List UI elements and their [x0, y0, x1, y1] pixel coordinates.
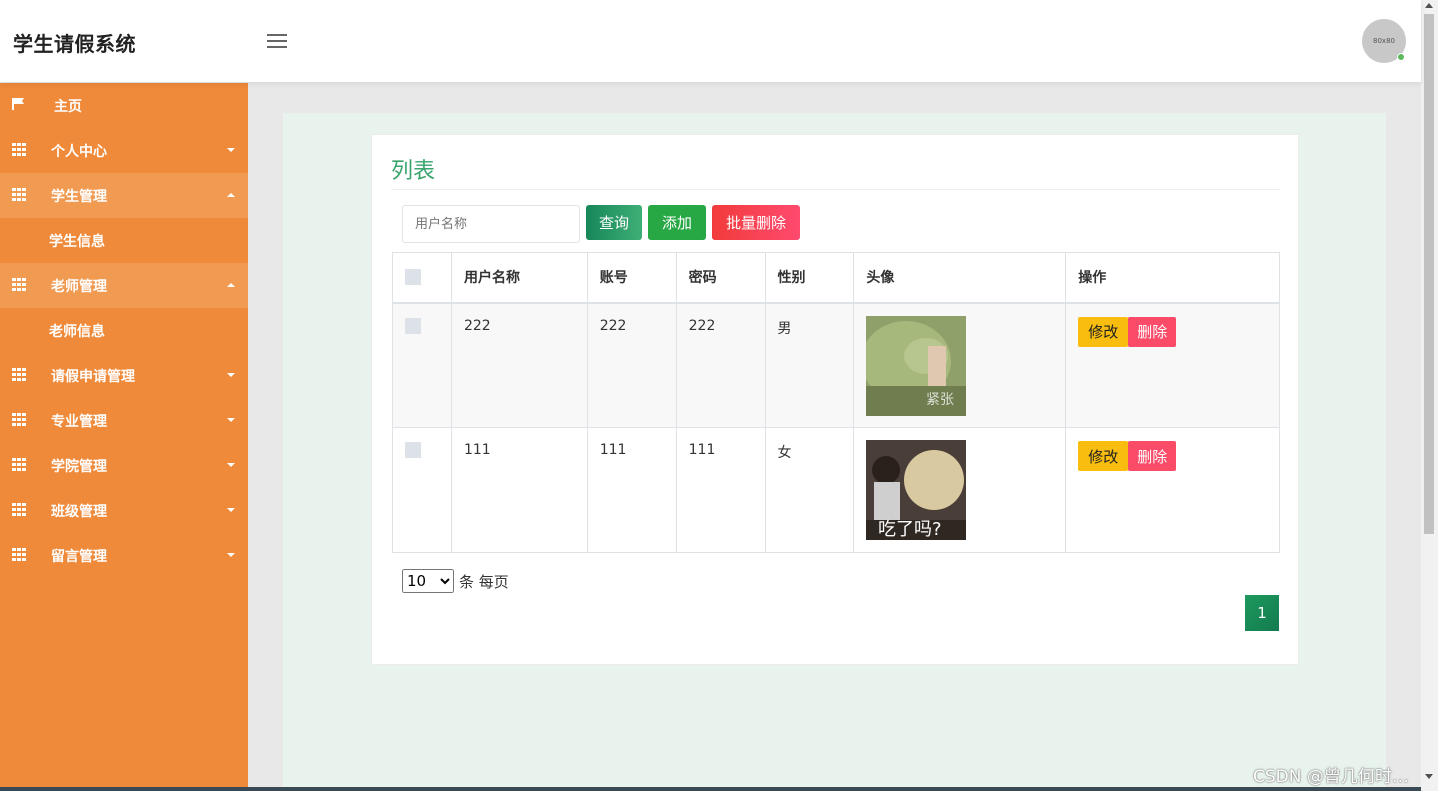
top-header: 学生请假系统 80x80 [0, 0, 1421, 82]
delete-button[interactable]: 删除 [1128, 316, 1177, 347]
gender-cell: 女 [764, 427, 855, 553]
sidebar-item-student-management[interactable]: 学生管理 [0, 173, 248, 218]
sidebar-subitem-teacher-info[interactable]: 老师信息 [0, 308, 248, 353]
sidebar-item-label: 请假申请管理 [51, 368, 135, 385]
row-select-cell [392, 427, 452, 553]
pagination-page-button[interactable]: 1 [1245, 595, 1279, 631]
avatar-image[interactable]: 紧张 [866, 315, 967, 416]
caret-up-icon [227, 193, 235, 197]
scroll-down-arrow-icon[interactable] [1425, 774, 1433, 779]
caret-down-icon [227, 553, 235, 557]
app-title: 学生请假系统 [13, 32, 136, 56]
delete-button[interactable]: 删除 [1128, 441, 1177, 471]
sidebar-item-college-management[interactable]: 学院管理 [0, 443, 248, 488]
username-cell: 222 [450, 302, 588, 428]
avatar-placeholder-text: 80x80 [1373, 37, 1395, 45]
password-cell: 222 [675, 302, 766, 428]
sidebar-item-message-management[interactable]: 留言管理 [0, 533, 248, 578]
caret-up-icon [227, 283, 235, 287]
gender-cell: 男 [764, 302, 855, 428]
grid-icon [12, 368, 26, 382]
grid-icon [12, 188, 26, 202]
grid-icon [12, 143, 26, 157]
scrollbar-thumb[interactable] [1424, 14, 1434, 534]
sidebar-item-major-management[interactable]: 专业管理 [0, 398, 248, 443]
sidebar-item-leave-requests[interactable]: 请假申请管理 [0, 353, 248, 398]
avatar-caption: 紧张 [926, 392, 954, 408]
sidebar-item-label: 学生管理 [51, 188, 107, 205]
title-divider [391, 189, 1280, 190]
search-input[interactable] [402, 205, 580, 243]
user-table: 用户名称 账号 密码 性别 头像 操作 222 222 222 男 紧张 修改 … [392, 252, 1280, 553]
scroll-up-arrow-icon[interactable] [1425, 3, 1433, 8]
table-header-row: 用户名称 账号 密码 性别 头像 操作 [392, 252, 1280, 304]
column-header[interactable]: 性别 [764, 252, 855, 304]
caret-down-icon [227, 418, 235, 422]
avatar-cell: 紧张 [853, 302, 1067, 428]
caret-down-icon [227, 373, 235, 377]
edit-button[interactable]: 修改 [1078, 441, 1129, 471]
sidebar-item-label: 个人中心 [51, 143, 107, 160]
actions-cell: 修改 删除 [1065, 427, 1280, 553]
menu-toggle-icon[interactable] [267, 34, 287, 48]
watermark-text: CSDN @曾几何时… [1253, 767, 1409, 787]
password-cell: 111 [675, 427, 766, 553]
row-select-cell [392, 302, 452, 428]
sidebar-item-home[interactable]: 主页 [0, 83, 248, 128]
page-size-select[interactable]: 10 [402, 569, 454, 593]
caret-down-icon [227, 463, 235, 467]
add-button[interactable]: 添加 [648, 205, 706, 240]
avatar-caption: 吃了吗? [878, 519, 942, 540]
table-row: 222 222 222 男 紧张 修改 删除 [392, 302, 1280, 428]
sidebar-item-label: 留言管理 [51, 548, 107, 565]
sidebar-subitem-student-info[interactable]: 学生信息 [0, 218, 248, 263]
sidebar-item-label: 专业管理 [51, 413, 107, 430]
avatar-cell: 吃了吗? [853, 427, 1067, 553]
account-cell: 222 [586, 302, 677, 428]
caret-down-icon [227, 508, 235, 512]
online-status-dot [1397, 53, 1405, 61]
account-cell: 111 [586, 427, 677, 553]
table-row: 111 111 111 女 吃了吗? 修改 删除 [392, 427, 1280, 553]
actions-cell: 修改 删除 [1065, 302, 1280, 428]
grid-icon [12, 458, 26, 472]
avatar-image[interactable]: 吃了吗? [866, 440, 967, 540]
sidebar-item-teacher-management[interactable]: 老师管理 [0, 263, 248, 308]
edit-button[interactable]: 修改 [1078, 316, 1129, 347]
grid-icon [12, 278, 26, 292]
sidebar-item-class-management[interactable]: 班级管理 [0, 488, 248, 533]
sidebar-item-label: 主页 [54, 98, 82, 115]
select-all-cell [392, 252, 452, 304]
select-all-checkbox[interactable] [405, 269, 421, 286]
sidebar: 主页 个人中心 学生管理 学生信息 老师管理 老师信息 请假申请管理 专业管理 … [0, 83, 248, 791]
page-title: 列表 [391, 159, 436, 184]
sidebar-item-label: 学院管理 [51, 458, 107, 475]
grid-icon [12, 548, 26, 562]
sidebar-item-label: 老师管理 [51, 278, 107, 295]
column-header: 操作 [1065, 252, 1280, 304]
column-header[interactable]: 密码 [675, 252, 766, 304]
username-cell: 111 [450, 427, 588, 553]
list-card: 列表 查询 添加 批量删除 用户名称 账号 密码 性别 头像 操作 222 22… [371, 134, 1299, 665]
page-size-label: 条 每页 [459, 573, 509, 591]
query-button[interactable]: 查询 [586, 205, 642, 240]
sidebar-item-personal-center[interactable]: 个人中心 [0, 128, 248, 173]
row-checkbox[interactable] [405, 442, 421, 458]
column-header[interactable]: 用户名称 [450, 252, 588, 304]
column-header[interactable]: 账号 [586, 252, 677, 304]
grid-icon [12, 503, 26, 517]
row-checkbox[interactable] [405, 317, 421, 334]
grid-icon [12, 413, 26, 427]
column-header: 头像 [853, 252, 1067, 304]
batch-delete-button[interactable]: 批量删除 [712, 205, 800, 240]
caret-down-icon [227, 148, 235, 152]
sidebar-item-label: 班级管理 [51, 503, 107, 520]
flag-icon [12, 98, 24, 110]
bottom-edge-bar [0, 787, 1421, 791]
